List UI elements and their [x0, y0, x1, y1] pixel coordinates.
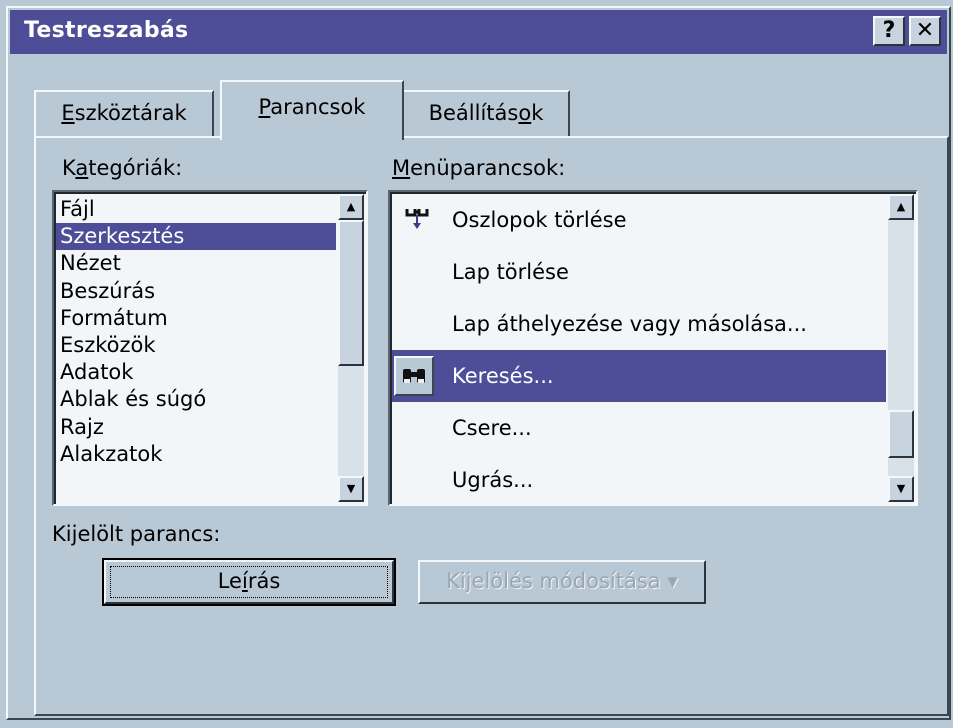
selected-command-label: Kijelölt parancs: [52, 522, 221, 546]
category-item[interactable]: Fájl [56, 196, 336, 223]
scroll-up-button[interactable]: ▲ [888, 194, 914, 220]
title-bar[interactable]: Testreszabás ? ✕ [10, 10, 947, 54]
command-item[interactable]: Keresés... [392, 350, 886, 402]
scroll-down-button[interactable]: ▼ [338, 476, 364, 502]
tab-commands[interactable]: Parancsok [220, 80, 404, 140]
dropdown-arrow-icon: ▾ [667, 569, 678, 593]
scroll-down-button[interactable]: ▼ [888, 476, 914, 502]
command-label: Csere... [452, 416, 532, 440]
command-item[interactable]: Lap áthelyezése vagy másolása... [392, 298, 886, 350]
scroll-up-button[interactable]: ▲ [338, 194, 364, 220]
command-item[interactable]: Oszlopok törlése [392, 194, 886, 246]
command-item[interactable]: Csere... [392, 402, 886, 454]
delete-columns-icon [398, 201, 436, 239]
arrow-up-icon: ▲ [896, 200, 906, 213]
category-item[interactable]: Alakzatok [56, 441, 336, 468]
scroll-thumb[interactable] [338, 220, 364, 366]
description-button[interactable]: Leírás [102, 558, 396, 606]
close-button[interactable]: ✕ [909, 16, 941, 46]
category-item[interactable]: Beszúrás [56, 278, 336, 305]
scroll-thumb[interactable] [888, 410, 914, 458]
commands-list[interactable]: Oszlopok törlése Lap törlése Lap áthelyezé… [388, 190, 918, 506]
modify-selection-button[interactable]: Kijelölés módosítása ▾ [418, 560, 706, 604]
tab-options[interactable]: Beállítások [402, 90, 570, 138]
commands-label: Menüparancsok: [392, 156, 566, 180]
command-label: Oszlopok törlése [452, 208, 627, 232]
category-item[interactable]: Ablak és súgó [56, 386, 336, 413]
commands-tab-panel: Kategóriák: Fájl Szerkesztés Nézet Beszúrás… [34, 136, 949, 716]
category-item[interactable]: Formátum [56, 305, 336, 332]
tab-toolbars[interactable]: Eszköztárak [34, 90, 214, 138]
arrow-down-icon: ▼ [346, 482, 356, 495]
command-item[interactable]: Lap törlése [392, 246, 886, 298]
customize-dialog: Testreszabás ? ✕ Eszköztárak Parancsok B… [6, 6, 951, 720]
command-label: Lap áthelyezése vagy másolása... [452, 312, 807, 336]
command-item[interactable]: Ugrás... [392, 454, 886, 504]
arrow-down-icon: ▼ [896, 482, 906, 495]
command-label: Lap törlése [452, 260, 569, 284]
command-label: Keresés... [452, 364, 554, 388]
categories-label: Kategóriák: [62, 156, 183, 180]
category-item[interactable]: Nézet [56, 250, 336, 277]
command-label: Ugrás... [452, 468, 534, 492]
category-item[interactable]: Adatok [56, 359, 336, 386]
commands-scrollbar[interactable]: ▲ ▼ [888, 194, 914, 502]
categories-scrollbar[interactable]: ▲ ▼ [338, 194, 364, 502]
focus-rectangle [110, 566, 388, 598]
category-item[interactable]: Szerkesztés [56, 223, 336, 251]
category-item[interactable]: Eszközök [56, 332, 336, 359]
binoculars-icon [394, 356, 434, 396]
category-item[interactable]: Rajz [56, 414, 336, 441]
categories-list[interactable]: Fájl Szerkesztés Nézet Beszúrás Formátum Eszk… [52, 190, 368, 506]
dialog-title: Testreszabás [24, 18, 189, 43]
arrow-up-icon: ▲ [346, 200, 356, 213]
help-button[interactable]: ? [873, 16, 905, 46]
